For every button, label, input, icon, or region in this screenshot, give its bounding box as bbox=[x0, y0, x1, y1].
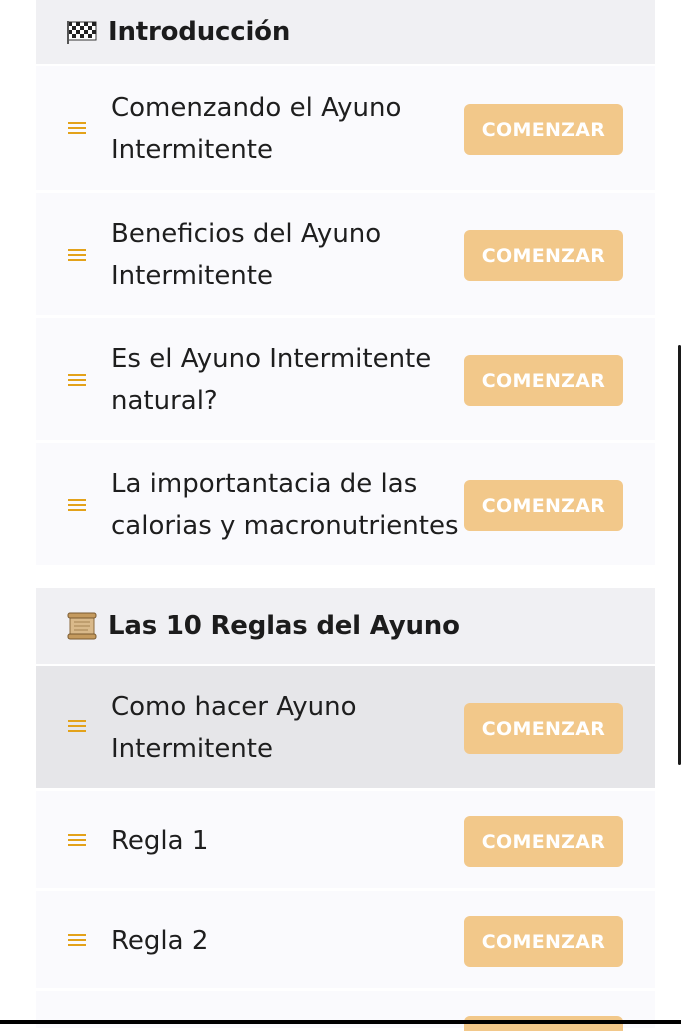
lesson-row-partial[interactable] bbox=[36, 991, 655, 1031]
lesson-title-line: natural? bbox=[111, 386, 218, 416]
lesson-row[interactable]: Beneficios del Ayuno Intermitente COMENZ… bbox=[36, 193, 655, 318]
lesson-title-line: Intermitente bbox=[111, 135, 273, 165]
text-lines-icon bbox=[68, 720, 86, 736]
lesson-title-line: La importantacia de las bbox=[111, 469, 418, 499]
lesson-title-line: Regla 1 bbox=[111, 826, 209, 856]
start-button[interactable]: COMENZAR bbox=[464, 816, 623, 867]
lesson-row[interactable]: La importantacia de las calorias y macro… bbox=[36, 443, 655, 568]
checkered-flag-icon bbox=[66, 17, 98, 47]
lesson-title-line: Comenzando el Ayuno bbox=[111, 93, 402, 123]
scroll-icon bbox=[66, 611, 98, 641]
start-button[interactable]: COMENZAR bbox=[464, 355, 623, 406]
lesson-title-line: Regla 2 bbox=[111, 926, 209, 956]
section-header-reglas[interactable]: Las 10 Reglas del Ayuno bbox=[36, 588, 655, 666]
text-lines-icon bbox=[68, 834, 86, 850]
start-button[interactable]: COMENZAR bbox=[464, 703, 623, 754]
start-button[interactable]: COMENZAR bbox=[464, 916, 623, 967]
lesson-title-line: Beneficios del Ayuno bbox=[111, 219, 382, 249]
lesson-row[interactable]: Regla 2 COMENZAR bbox=[36, 891, 655, 991]
lesson-title: Regla 2 bbox=[111, 920, 471, 962]
lesson-title: Beneficios del Ayuno Intermitente bbox=[111, 213, 471, 297]
start-button[interactable]: COMENZAR bbox=[464, 104, 623, 155]
lesson-row[interactable]: Es el Ayuno Intermitente natural? COMENZ… bbox=[36, 318, 655, 443]
section-title: Las 10 Reglas del Ayuno bbox=[108, 611, 460, 641]
lesson-row[interactable]: Comenzando el Ayuno Intermitente COMENZA… bbox=[36, 66, 655, 193]
text-lines-icon bbox=[68, 122, 86, 138]
lesson-title-line: Intermitente bbox=[111, 734, 273, 764]
text-lines-icon bbox=[68, 249, 86, 265]
section-title: Introducción bbox=[108, 17, 291, 47]
start-button[interactable]: COMENZAR bbox=[464, 230, 623, 281]
lesson-title-line: Intermitente bbox=[111, 261, 273, 291]
text-lines-icon bbox=[68, 499, 86, 515]
lesson-title: La importantacia de las calorias y macro… bbox=[111, 463, 471, 547]
bottom-edge bbox=[0, 1020, 681, 1024]
lesson-row[interactable]: Como hacer Ayuno Intermitente COMENZAR bbox=[36, 666, 655, 791]
lesson-title-line: Es el Ayuno Intermitente bbox=[111, 344, 432, 374]
section-spacer bbox=[36, 568, 655, 588]
lesson-title: Regla 1 bbox=[111, 820, 471, 862]
section-header-introduccion[interactable]: Introducción bbox=[36, 0, 655, 66]
lesson-row[interactable]: Regla 1 COMENZAR bbox=[36, 791, 655, 891]
text-lines-icon bbox=[68, 934, 86, 950]
lesson-list: Introducción Comenzando el Ayuno Intermi… bbox=[36, 0, 655, 1031]
lesson-title-line: Como hacer Ayuno bbox=[111, 692, 357, 722]
text-lines-icon bbox=[68, 374, 86, 390]
lesson-title-line: calorias y macronutrientes bbox=[111, 511, 459, 541]
lesson-title: Como hacer Ayuno Intermitente bbox=[111, 686, 471, 770]
start-button[interactable]: COMENZAR bbox=[464, 480, 623, 531]
lesson-title: Comenzando el Ayuno Intermitente bbox=[111, 87, 471, 171]
lesson-title: Es el Ayuno Intermitente natural? bbox=[111, 338, 471, 422]
